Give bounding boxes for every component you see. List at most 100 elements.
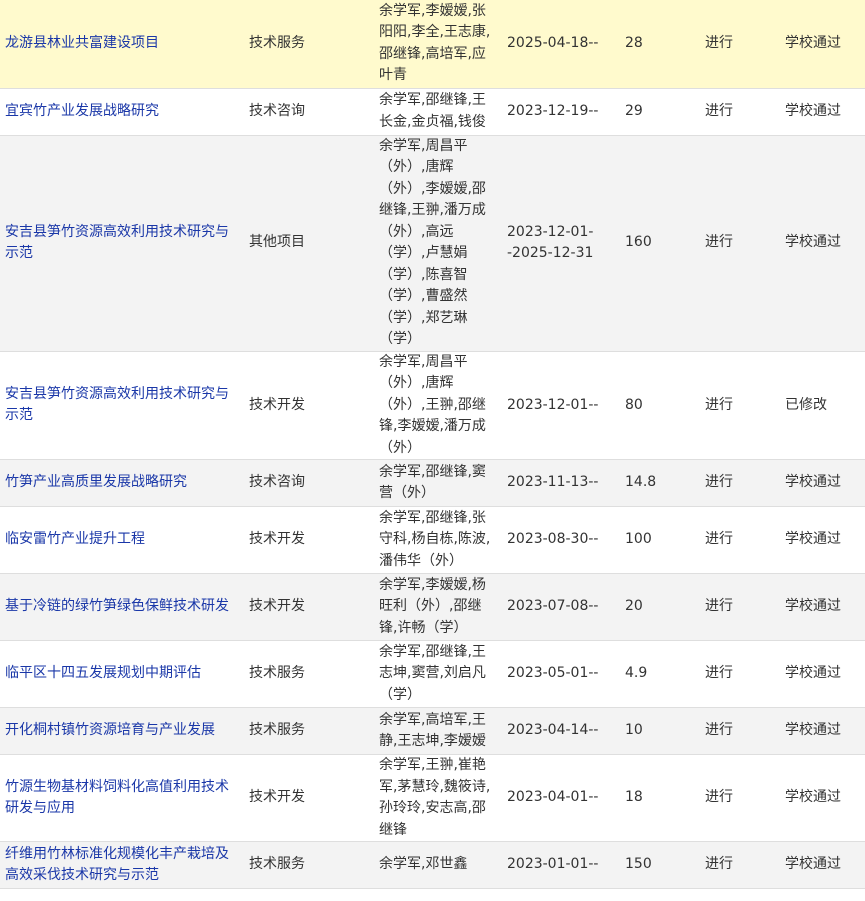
project-audit-cell: 学校通过 <box>780 459 865 507</box>
project-members-cell: 余学军,周昌平（外）,唐辉（外）,王翀,邵继锋,李嫒嫒,潘万成（外） <box>374 351 502 460</box>
project-audit-cell: 学校通过 <box>780 707 865 755</box>
project-name-cell: 安吉县笋竹资源高效利用技术研究与示范 <box>0 135 244 352</box>
project-name-cell: 竹源生物基材料饲料化高值利用技术研发与应用 <box>0 754 244 842</box>
table-row: 全笋利用关键技术研究与产业化技术开发余学军2022-12-18--5进行学校通过 <box>0 888 865 901</box>
project-period-cell: 2025-04-18-- <box>502 0 620 89</box>
project-period-cell: 2023-04-14-- <box>502 707 620 755</box>
project-name-cell: 竹笋产业高质里发展战略研究 <box>0 459 244 507</box>
project-audit-cell: 学校通过 <box>780 573 865 641</box>
project-period-cell: 2023-08-30-- <box>502 506 620 574</box>
table-row: 临平区十四五发展规划中期评估 技术服务 余学军,邵继锋,王志坤,窦营,刘启凡（学） 2… <box>0 640 865 708</box>
project-type-cell: 其他项目 <box>244 135 374 352</box>
project-members-cell: 余学军,李嫒嫒,张阳阳,李全,王志康,邵继锋,高培军,应叶青 <box>374 0 502 89</box>
project-name-cell: 龙游县林业共富建设项目 <box>0 0 244 89</box>
table-row: 纤维用竹林标准化规模化丰产栽培及高效采伐技术研究与示范 技术服务 余学军,邓世鑫 20… <box>0 841 865 889</box>
project-name-link[interactable]: 开化桐村镇竹资源培育与产业发展 <box>5 722 215 738</box>
project-type-cell: 技术开发 <box>244 754 374 842</box>
project-period-cell: 2023-01-01-- <box>502 841 620 889</box>
table-row: 竹笋产业高质里发展战略研究 技术咨询 余学军,邵继锋,窦营（外） 2023-11-13… <box>0 459 865 507</box>
project-members-cell: 余学军 <box>374 888 502 901</box>
project-amount-cell: 150 <box>620 841 700 889</box>
project-audit-cell: 已修改 <box>780 351 865 460</box>
project-type-cell: 技术服务 <box>244 640 374 708</box>
project-amount-cell: 28 <box>620 0 700 89</box>
project-name-cell: 纤维用竹林标准化规模化丰产栽培及高效采伐技术研究与示范 <box>0 841 244 889</box>
project-status-cell: 进行 <box>700 707 780 755</box>
project-type-cell: 技术开发 <box>244 351 374 460</box>
project-name-link[interactable]: 竹源生物基材料饲料化高值利用技术研发与应用 <box>5 779 229 817</box>
project-audit-cell: 学校通过 <box>780 506 865 574</box>
project-table-body: 龙游县林业共富建设项目 技术服务 余学军,李嫒嫒,张阳阳,李全,王志康,邵继锋,高培… <box>0 0 865 901</box>
project-name-cell: 安吉县笋竹资源高效利用技术研究与示范 <box>0 351 244 460</box>
project-audit-cell: 学校通过 <box>780 841 865 889</box>
project-type-cell: 技术服务 <box>244 841 374 889</box>
project-name-link[interactable]: 纤维用竹林标准化规模化丰产栽培及高效采伐技术研究与示范 <box>5 846 229 884</box>
project-period-cell: 2023-11-13-- <box>502 459 620 507</box>
project-status-cell: 进行 <box>700 135 780 352</box>
table-row: 安吉县笋竹资源高效利用技术研究与示范 技术开发 余学军,周昌平（外）,唐辉（外）,王… <box>0 351 865 460</box>
project-members-cell: 余学军,邵继锋,张守科,杨自栋,陈波,潘伟华（外） <box>374 506 502 574</box>
project-status-cell: 进行 <box>700 888 780 901</box>
project-period-cell: 2023-07-08-- <box>502 573 620 641</box>
project-name-link[interactable]: 安吉县笋竹资源高效利用技术研究与示范 <box>5 386 229 424</box>
project-type-cell: 技术开发 <box>244 506 374 574</box>
project-members-cell: 余学军,李嫒嫒,杨旺利（外）,邵继锋,许畅（学） <box>374 573 502 641</box>
project-amount-cell: 100 <box>620 506 700 574</box>
project-type-cell: 技术开发 <box>244 888 374 901</box>
project-audit-cell: 学校通过 <box>780 754 865 842</box>
project-amount-cell: 18 <box>620 754 700 842</box>
project-amount-cell: 80 <box>620 351 700 460</box>
project-status-cell: 进行 <box>700 351 780 460</box>
project-status-cell: 进行 <box>700 0 780 89</box>
table-row: 开化桐村镇竹资源培育与产业发展 技术服务 余学军,高培军,王静,王志坤,李嫒嫒 202… <box>0 707 865 755</box>
project-members-cell: 余学军,王翀,崔艳军,茅慧玲,魏筱诗,孙玲玲,安志高,邵继锋 <box>374 754 502 842</box>
project-audit-cell: 学校通过 <box>780 135 865 352</box>
project-name-link[interactable]: 基于冷链的绿竹笋绿色保鲜技术研发 <box>5 598 229 614</box>
project-amount-cell: 5 <box>620 888 700 901</box>
project-name-link[interactable]: 安吉县笋竹资源高效利用技术研究与示范 <box>5 224 229 262</box>
project-period-cell: 2023-12-01--2025-12-31 <box>502 135 620 352</box>
table-row: 宜宾竹产业发展战略研究 技术咨询 余学军,邵继锋,王长金,金贞福,钱俊 2023-12… <box>0 88 865 136</box>
project-name-link[interactable]: 临安雷竹产业提升工程 <box>5 531 145 547</box>
project-name-cell: 全笋利用关键技术研究与产业化 <box>0 888 244 901</box>
project-status-cell: 进行 <box>700 640 780 708</box>
project-audit-cell: 学校通过 <box>780 888 865 901</box>
project-amount-cell: 29 <box>620 88 700 136</box>
project-name-cell: 临平区十四五发展规划中期评估 <box>0 640 244 708</box>
table-row: 龙游县林业共富建设项目 技术服务 余学军,李嫒嫒,张阳阳,李全,王志康,邵继锋,高培… <box>0 0 865 89</box>
table-row: 临安雷竹产业提升工程 技术开发 余学军,邵继锋,张守科,杨自栋,陈波,潘伟华（外） 2… <box>0 506 865 574</box>
project-name-cell: 开化桐村镇竹资源培育与产业发展 <box>0 707 244 755</box>
project-members-cell: 余学军,邵继锋,王志坤,窦营,刘启凡（学） <box>374 640 502 708</box>
project-type-cell: 技术开发 <box>244 573 374 641</box>
project-audit-cell: 学校通过 <box>780 0 865 89</box>
project-name-link[interactable]: 临平区十四五发展规划中期评估 <box>5 665 201 681</box>
project-table: 龙游县林业共富建设项目 技术服务 余学军,李嫒嫒,张阳阳,李全,王志康,邵继锋,高培… <box>0 0 865 901</box>
table-row: 竹源生物基材料饲料化高值利用技术研发与应用 技术开发 余学军,王翀,崔艳军,茅慧玲,… <box>0 754 865 842</box>
project-amount-cell: 20 <box>620 573 700 641</box>
project-members-cell: 余学军,高培军,王静,王志坤,李嫒嫒 <box>374 707 502 755</box>
project-members-cell: 余学军,邵继锋,王长金,金贞福,钱俊 <box>374 88 502 136</box>
project-period-cell: 2022-12-18-- <box>502 888 620 901</box>
project-members-cell: 余学军,邓世鑫 <box>374 841 502 889</box>
project-type-cell: 技术服务 <box>244 0 374 89</box>
project-period-cell: 2023-12-01-- <box>502 351 620 460</box>
project-name-link[interactable]: 龙游县林业共富建设项目 <box>5 35 159 51</box>
project-status-cell: 进行 <box>700 754 780 842</box>
project-audit-cell: 学校通过 <box>780 88 865 136</box>
project-name-link[interactable]: 竹笋产业高质里发展战略研究 <box>5 474 187 490</box>
project-period-cell: 2023-12-19-- <box>502 88 620 136</box>
project-amount-cell: 4.9 <box>620 640 700 708</box>
project-name-cell: 宜宾竹产业发展战略研究 <box>0 88 244 136</box>
project-type-cell: 技术咨询 <box>244 459 374 507</box>
project-members-cell: 余学军,邵继锋,窦营（外） <box>374 459 502 507</box>
project-status-cell: 进行 <box>700 459 780 507</box>
table-row: 安吉县笋竹资源高效利用技术研究与示范 其他项目 余学军,周昌平（外）,唐辉（外）,李… <box>0 135 865 352</box>
project-name-cell: 临安雷竹产业提升工程 <box>0 506 244 574</box>
project-status-cell: 进行 <box>700 573 780 641</box>
table-row: 基于冷链的绿竹笋绿色保鲜技术研发 技术开发 余学军,李嫒嫒,杨旺利（外）,邵继锋,许… <box>0 573 865 641</box>
project-members-cell: 余学军,周昌平（外）,唐辉（外）,李嫒嫒,邵继锋,王翀,潘万成（外）,高远（学）… <box>374 135 502 352</box>
project-amount-cell: 160 <box>620 135 700 352</box>
project-amount-cell: 10 <box>620 707 700 755</box>
project-name-link[interactable]: 宜宾竹产业发展战略研究 <box>5 103 159 119</box>
project-status-cell: 进行 <box>700 841 780 889</box>
